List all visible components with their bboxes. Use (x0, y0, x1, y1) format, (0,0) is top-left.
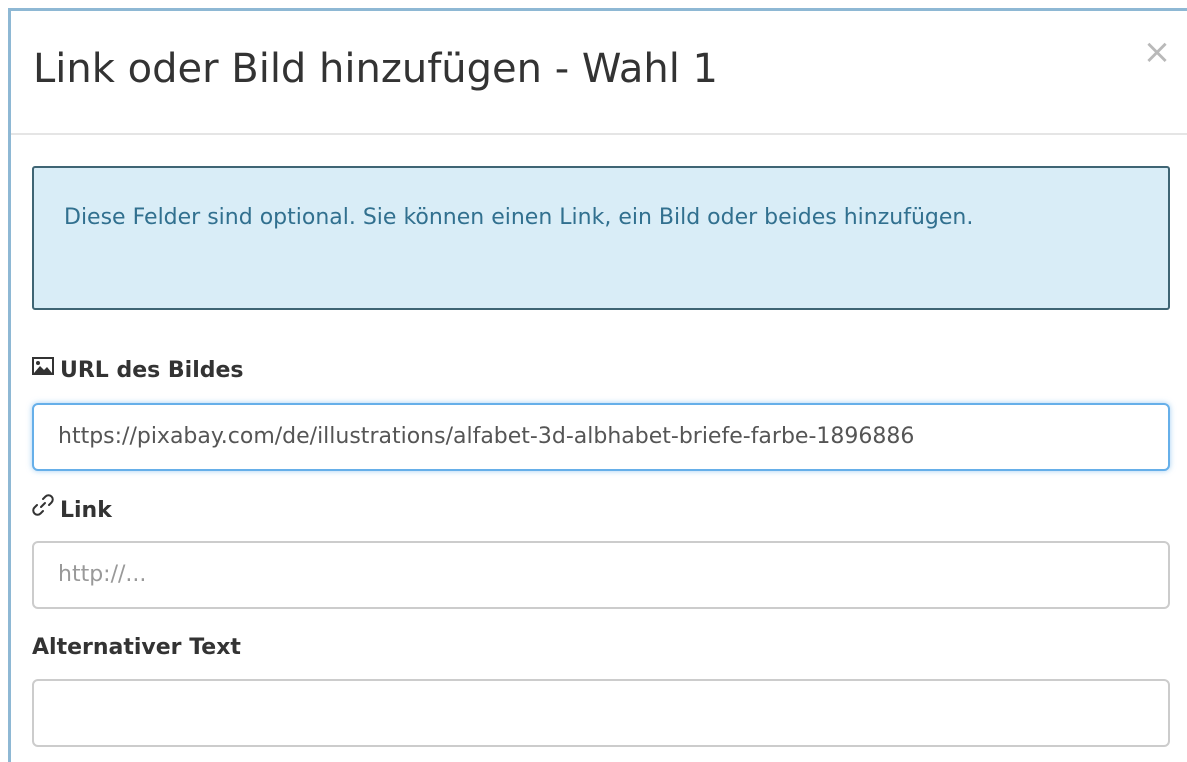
image-url-label: URL des Bildes (32, 357, 244, 385)
dialog-title: Link oder Bild hinzufügen - Wahl 1 (33, 46, 718, 92)
link-icon (32, 494, 54, 524)
info-alert: Diese Felder sind optional. Sie können e… (32, 166, 1170, 310)
info-alert-text: Diese Felder sind optional. Sie können e… (64, 205, 974, 230)
image-url-input[interactable]: https://pixabay.com/de/illustrations/alf… (32, 403, 1170, 471)
link-input-placeholder: http://... (58, 562, 147, 587)
link-input[interactable]: http://... (32, 541, 1170, 609)
image-url-input-value: https://pixabay.com/de/illustrations/alf… (58, 424, 915, 449)
add-link-image-dialog: Link oder Bild hinzufügen - Wahl 1 × Die… (8, 8, 1187, 762)
picture-icon (32, 355, 54, 383)
close-button[interactable]: × (1141, 35, 1173, 69)
alt-text-label: Alternativer Text (32, 635, 241, 660)
dialog-header: Link oder Bild hinzufügen - Wahl 1 × (11, 11, 1187, 135)
alt-text-input[interactable] (32, 679, 1170, 747)
link-label: Link (32, 494, 112, 526)
